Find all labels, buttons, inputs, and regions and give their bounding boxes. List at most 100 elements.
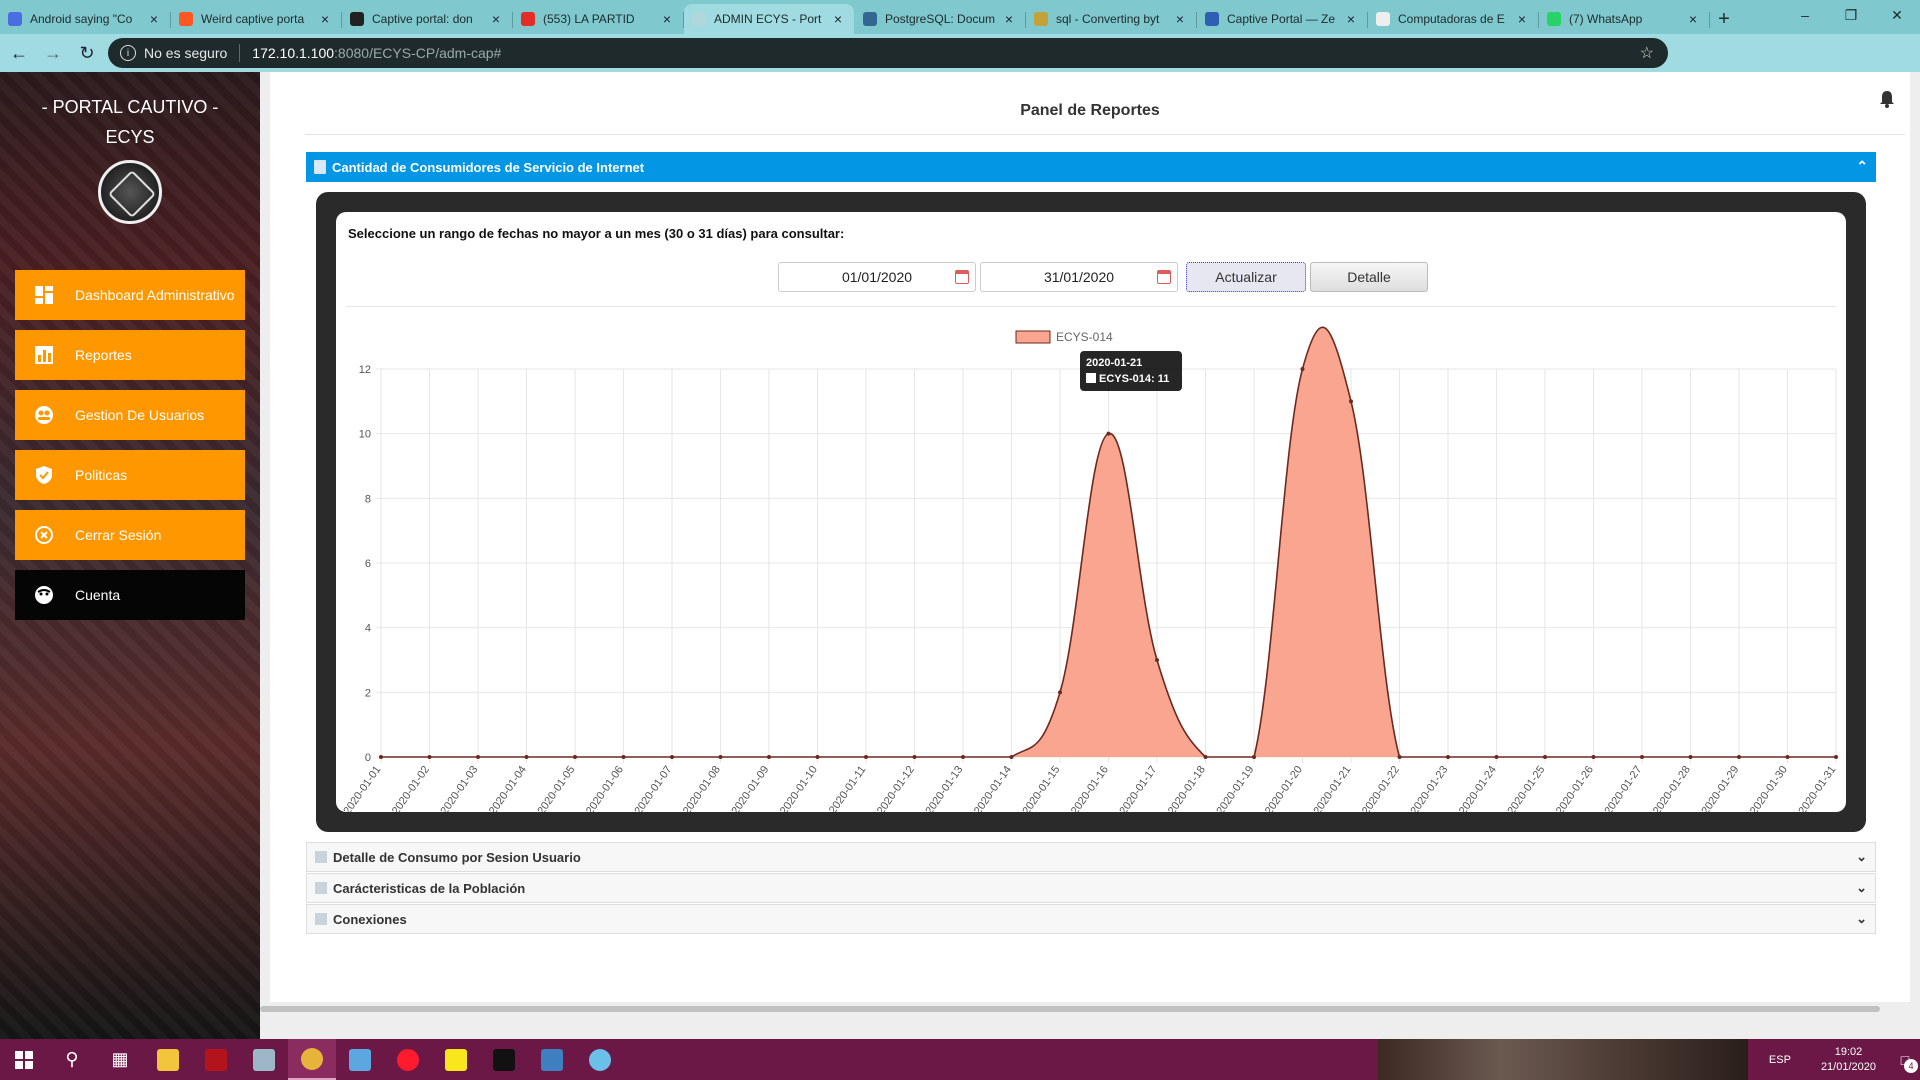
brand-line-2: ECYS: [105, 127, 155, 147]
security-label: No es seguro: [144, 45, 228, 61]
close-tab-icon[interactable]: ×: [1514, 11, 1530, 27]
postgres-icon: [863, 12, 877, 26]
language-indicator[interactable]: ESP: [1769, 1054, 1791, 1066]
data-point: [912, 755, 917, 759]
virtual-machine-icon[interactable]: [240, 1039, 288, 1080]
chevron-down-icon[interactable]: ⌄: [1856, 849, 1867, 865]
sidebar-item-label: Cerrar Sesión: [75, 527, 162, 543]
close-window-icon[interactable]: ✕: [1874, 0, 1920, 30]
sticky-notes-icon[interactable]: [432, 1039, 480, 1080]
sidebar-item-dashboard[interactable]: Dashboard Administrativo: [15, 270, 245, 320]
university-crest-logo: [98, 160, 162, 224]
sidebar-item-gestion-usuarios[interactable]: Gestion De Usuarios: [15, 390, 245, 440]
notification-count: 4: [1904, 1058, 1918, 1073]
minimize-icon[interactable]: –: [1782, 0, 1828, 30]
horizontal-scrollbar[interactable]: [260, 1006, 1880, 1012]
browser-tab[interactable]: Weird captive porta ×: [171, 4, 342, 34]
app-red-icon[interactable]: [192, 1039, 240, 1080]
close-tab-icon[interactable]: ×: [830, 11, 846, 27]
info-icon[interactable]: i: [120, 45, 136, 61]
x-tick-label: 2020-01-27: [1602, 764, 1644, 812]
network-app-icon[interactable]: [528, 1039, 576, 1080]
x-tick-label: 2020-01-12: [875, 764, 917, 812]
account-icon: [33, 584, 55, 606]
chevron-up-icon[interactable]: ⌃: [1856, 158, 1868, 175]
paint-icon[interactable]: [576, 1039, 624, 1080]
calendar-icon[interactable]: [955, 270, 969, 284]
date-to-input[interactable]: 31/01/2020: [980, 262, 1178, 292]
shield-check-icon: [33, 464, 55, 486]
x-tick-label: 2020-01-04: [487, 764, 529, 812]
browser-tab[interactable]: ADMIN ECYS - Port ×: [684, 4, 854, 34]
table-icon: [315, 851, 327, 863]
panel-header-consumidores[interactable]: Cantidad de Consumidores de Servicio de …: [306, 152, 1876, 182]
data-point: [427, 755, 432, 759]
task-view-icon[interactable]: ▦: [96, 1039, 144, 1080]
browser-tab[interactable]: Captive portal: don ×: [342, 4, 513, 34]
document-icon: [314, 160, 326, 174]
x-tick-label: 2020-01-10: [778, 764, 820, 812]
detail-button[interactable]: Detalle: [1310, 262, 1428, 292]
update-button[interactable]: Actualizar: [1186, 262, 1306, 292]
browser-tab[interactable]: PostgreSQL: Docum ×: [855, 4, 1026, 34]
close-tab-icon[interactable]: ×: [1685, 11, 1701, 27]
sidebar-item-label: Dashboard Administrativo: [75, 287, 235, 303]
browser-tab[interactable]: (553) LA PARTID ×: [513, 4, 684, 34]
notification-center-icon[interactable]: □ 4: [1890, 1045, 1920, 1075]
panel-title: Cantidad de Consumidores de Servicio de …: [332, 159, 645, 175]
browser-tab[interactable]: Computadoras de E ×: [1368, 4, 1539, 34]
browser-tab[interactable]: Captive Portal — Ze ×: [1197, 4, 1368, 34]
clock[interactable]: 19:02 21/01/2020: [1821, 1045, 1876, 1075]
browser-tab[interactable]: (7) WhatsApp ×: [1539, 4, 1710, 34]
address-bar[interactable]: i No es seguro 172.10.1.100 :8080/ECYS-C…: [108, 38, 1668, 68]
maximize-icon[interactable]: ❐: [1828, 0, 1874, 30]
data-point: [1058, 690, 1062, 695]
browser-tab[interactable]: Android saying "Co ×: [0, 4, 171, 34]
search-icon[interactable]: ⚲: [48, 1039, 96, 1080]
file-explorer-icon[interactable]: [144, 1039, 192, 1080]
bell-icon[interactable]: [1879, 90, 1895, 113]
date-from-input[interactable]: 01/01/2020: [778, 262, 976, 292]
bookmark-star-icon[interactable]: ☆: [1640, 43, 1654, 63]
bar-chart-icon: [33, 344, 55, 366]
date-to-value: 31/01/2020: [1043, 269, 1115, 285]
3d-box-icon[interactable]: [336, 1039, 384, 1080]
sidebar-item-cerrar-sesion[interactable]: Cerrar Sesión: [15, 510, 245, 560]
close-tab-icon[interactable]: ×: [146, 11, 162, 27]
data-point: [476, 755, 480, 759]
close-tab-icon[interactable]: ×: [1172, 11, 1188, 27]
windows-start-icon[interactable]: [0, 1039, 48, 1080]
browser-tab[interactable]: sql - Converting byt ×: [1026, 4, 1197, 34]
accordion-conexiones[interactable]: Conexiones ⌄: [306, 904, 1876, 934]
chevron-down-icon[interactable]: ⌄: [1856, 880, 1867, 896]
sidebar-item-cuenta[interactable]: Cuenta: [15, 570, 245, 620]
data-point: [961, 755, 965, 759]
calendar-icon[interactable]: [1157, 270, 1171, 284]
sidebar-item-reportes[interactable]: Reportes: [15, 330, 245, 380]
close-tab-icon[interactable]: ×: [488, 11, 504, 27]
sidebar-item-politicas[interactable]: Politicas: [15, 450, 245, 500]
chevron-down-icon[interactable]: ⌄: [1856, 911, 1867, 927]
users-icon: [33, 404, 55, 426]
close-tab-icon[interactable]: ×: [317, 11, 333, 27]
sidebar-item-label: Politicas: [75, 467, 128, 483]
opera-icon[interactable]: [384, 1039, 432, 1080]
close-tab-icon[interactable]: ×: [659, 11, 675, 27]
close-tab-icon[interactable]: ×: [1343, 11, 1359, 27]
terminal-icon[interactable]: [480, 1039, 528, 1080]
data-point: [815, 755, 820, 759]
new-tab-button[interactable]: +: [1710, 4, 1738, 34]
x-tick-label: 2020-01-01: [341, 764, 383, 812]
forward-icon[interactable]: →: [38, 38, 68, 68]
reload-icon[interactable]: ↻: [72, 38, 102, 68]
accordion-caracteristicas[interactable]: Carácteristicas de la Población ⌄: [306, 873, 1876, 903]
main-area: Panel de Reportes Cantidad de Consumidor…: [260, 72, 1920, 1039]
mail-icon: [8, 12, 22, 26]
accordion-detalle-consumo[interactable]: Detalle de Consumo por Sesion Usuario ⌄: [306, 842, 1876, 872]
clock-date: 21/01/2020: [1820, 1060, 1876, 1073]
close-tab-icon[interactable]: ×: [1001, 11, 1017, 27]
video-thumbnail[interactable]: [1378, 1039, 1748, 1080]
back-icon[interactable]: ←: [4, 38, 34, 68]
url-path: :8080/ECYS-CP/adm-cap#: [334, 45, 502, 61]
chrome-icon[interactable]: [288, 1039, 336, 1080]
